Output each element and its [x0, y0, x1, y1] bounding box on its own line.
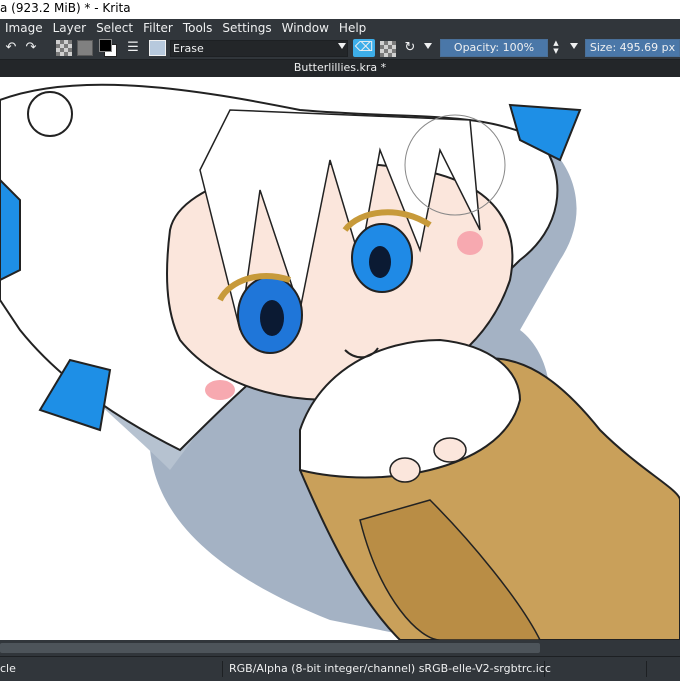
menu-layer[interactable]: Layer — [48, 21, 91, 35]
window-title: a (923.2 MiB) * - Krita — [0, 1, 131, 15]
brush-preset-label: Erase — [173, 42, 204, 55]
menu-select[interactable]: Select — [91, 21, 138, 35]
menu-image[interactable]: Image — [0, 21, 48, 35]
size-label: Size: 495.69 px — [589, 41, 676, 54]
horizontal-scrollbar[interactable] — [0, 640, 680, 656]
status-tool-text: cle — [0, 662, 16, 675]
reload-preset-icon[interactable]: ↻ — [402, 39, 418, 57]
brush-preset-field[interactable]: Erase — [170, 40, 348, 57]
eraser-icon[interactable]: ⌫ — [353, 39, 375, 57]
drawing-canvas[interactable] — [0, 77, 680, 640]
cheek-right — [457, 231, 483, 255]
gradient-icon[interactable] — [77, 40, 93, 56]
tool-options-bar: ↶ ↷ ☰ Erase ⌫ ↻ Opacity: 100% ▲ ▼ Size: 4… — [0, 37, 680, 59]
pattern-icon[interactable] — [56, 40, 72, 56]
undo-icon[interactable]: ↶ — [3, 39, 19, 57]
opacity-spin-buttons[interactable]: ▲ ▼ — [550, 39, 562, 57]
status-separator — [544, 661, 545, 677]
document-tab-bar: Butterlillies.kra * — [0, 59, 680, 78]
menu-window[interactable]: Window — [277, 21, 334, 35]
menu-settings[interactable]: Settings — [217, 21, 276, 35]
menu-filter[interactable]: Filter — [138, 21, 178, 35]
window-title-bar: a (923.2 MiB) * - Krita — [0, 0, 680, 19]
status-bar: cle RGB/Alpha (8-bit integer/channel) sR… — [0, 656, 680, 681]
pupil-left — [260, 300, 284, 336]
cheek-left — [205, 380, 235, 400]
status-separator — [222, 661, 223, 677]
chevron-down-icon — [570, 43, 578, 49]
redo-icon[interactable]: ↷ — [23, 39, 39, 57]
chevron-down-icon — [338, 43, 346, 49]
document-tab[interactable]: Butterlillies.kra * — [0, 61, 680, 74]
brush-preset-icon[interactable] — [149, 40, 166, 56]
foreground-color-swatch[interactable] — [99, 39, 112, 52]
menu-tools[interactable]: Tools — [178, 21, 218, 35]
pom-pom — [27, 91, 73, 137]
opacity-slider[interactable]: Opacity: 100% — [440, 39, 548, 57]
status-separator — [646, 661, 647, 677]
chevron-down-icon — [424, 43, 432, 49]
alpha-lock-icon[interactable] — [380, 41, 396, 57]
opacity-dropdown-button[interactable] — [566, 40, 580, 57]
menu-bar: Image Layer Select Filter Tools Settings… — [0, 19, 680, 37]
status-color-mode: RGB/Alpha (8-bit integer/channel) sRGB-e… — [229, 662, 551, 675]
hand-left — [389, 457, 421, 483]
preset-dropdown-button[interactable] — [334, 40, 348, 57]
hand-right — [433, 437, 467, 463]
brush-settings-icon[interactable]: ☰ — [125, 39, 141, 57]
opacity-label: Opacity: 100% — [453, 41, 535, 54]
artwork — [0, 83, 680, 640]
ribbon-left — [38, 358, 112, 432]
menu-help[interactable]: Help — [334, 21, 371, 35]
size-slider[interactable]: Size: 495.69 px — [585, 39, 680, 57]
scrollbar-thumb[interactable] — [0, 643, 540, 653]
fg-bg-color-icon[interactable] — [99, 39, 117, 57]
reload-dropdown-button[interactable] — [422, 40, 434, 57]
pupil-right — [369, 246, 391, 278]
